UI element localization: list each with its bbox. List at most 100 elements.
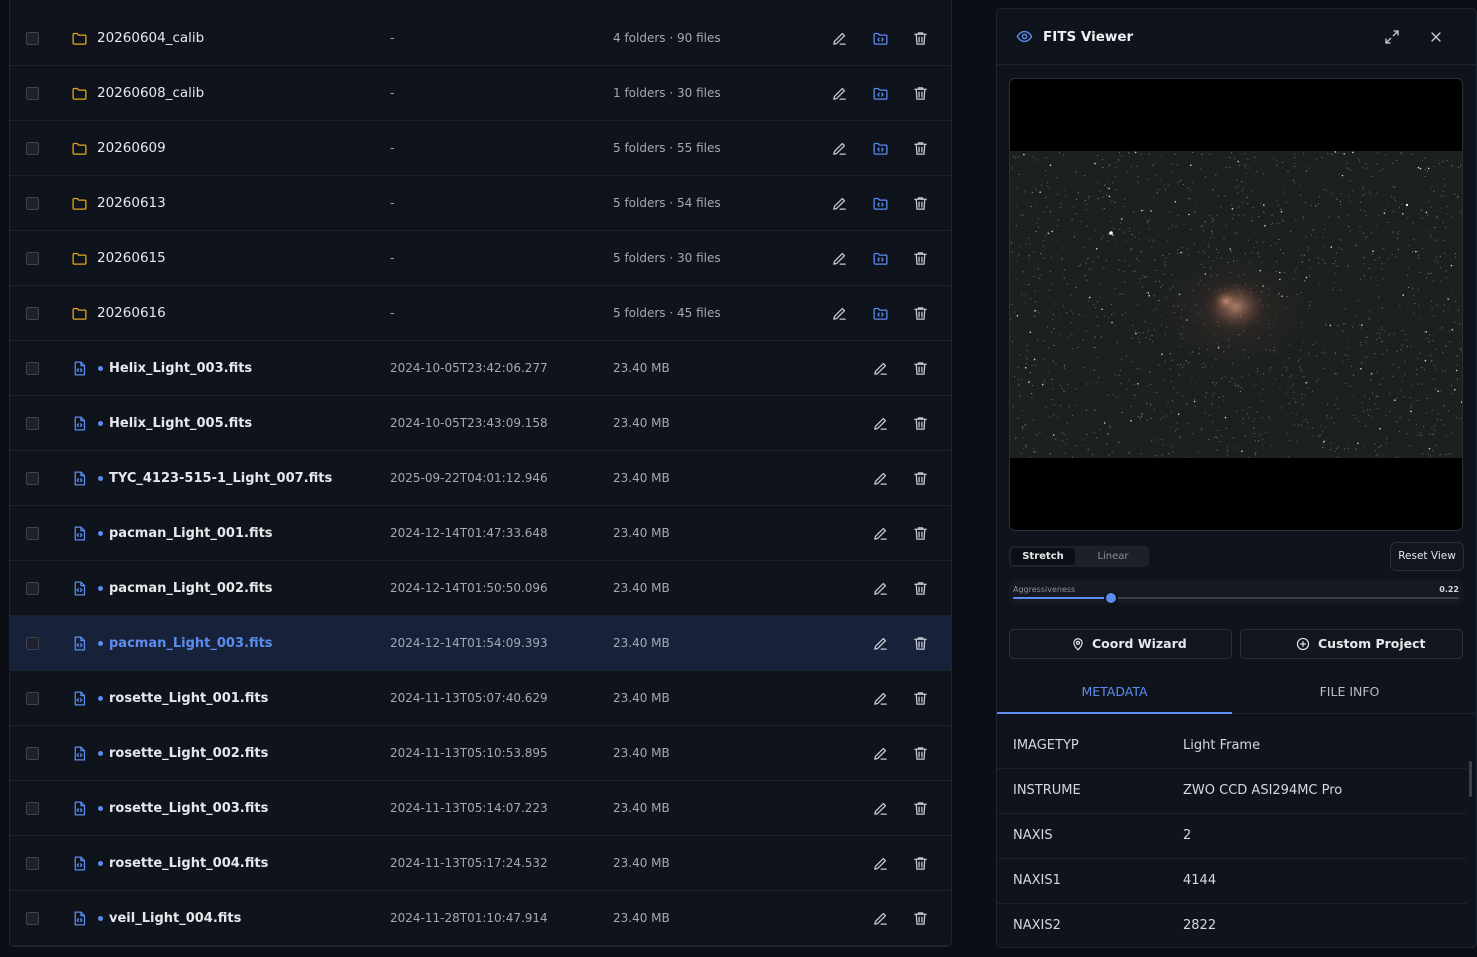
pencil-icon[interactable] bbox=[872, 745, 889, 762]
slider-handle[interactable] bbox=[1104, 591, 1119, 605]
tab-file-info[interactable]: FILE INFO bbox=[1232, 672, 1467, 712]
item-name[interactable]: 20260615 bbox=[97, 231, 166, 286]
row-checkbox[interactable] bbox=[26, 197, 39, 210]
mode-linear[interactable]: Linear bbox=[1079, 548, 1147, 565]
item-name[interactable]: rosette_Light_004.fits bbox=[109, 836, 268, 891]
item-name[interactable]: pacman_Light_003.fits bbox=[109, 616, 273, 671]
file-row[interactable]: pacman_Light_001.fits 2024-12-14T01:47:33… bbox=[10, 506, 951, 561]
folder-row[interactable]: 20260609 - 5 folders · 55 files bbox=[10, 121, 951, 176]
file-row[interactable]: TYC_4123-515-1_Light_007.fits 2025-09-22T… bbox=[10, 451, 951, 506]
file-row[interactable]: rosette_Light_003.fits 2024-11-13T05:14:0… bbox=[10, 781, 951, 836]
row-checkbox[interactable] bbox=[26, 527, 39, 540]
pencil-icon[interactable] bbox=[872, 855, 889, 872]
item-name[interactable]: pacman_Light_001.fits bbox=[109, 506, 273, 561]
item-name[interactable]: TYC_4123-515-1_Light_007.fits bbox=[109, 451, 332, 506]
row-checkbox[interactable] bbox=[26, 692, 39, 705]
folder-row[interactable]: 20260616 - 5 folders · 45 files bbox=[10, 286, 951, 341]
pencil-icon[interactable] bbox=[831, 140, 848, 157]
item-name[interactable]: rosette_Light_001.fits bbox=[109, 671, 268, 726]
item-name[interactable]: pacman_Light_002.fits bbox=[109, 561, 273, 616]
trash-icon[interactable] bbox=[912, 580, 929, 597]
row-checkbox[interactable] bbox=[26, 802, 39, 815]
trash-icon[interactable] bbox=[912, 30, 929, 47]
folder-row[interactable]: 20260615 - 5 folders · 30 files bbox=[10, 231, 951, 286]
pencil-icon[interactable] bbox=[831, 85, 848, 102]
pencil-icon[interactable] bbox=[872, 800, 889, 817]
coord-wizard-button[interactable]: Coord Wizard bbox=[1009, 629, 1232, 659]
row-checkbox[interactable] bbox=[26, 912, 39, 925]
row-checkbox[interactable] bbox=[26, 637, 39, 650]
trash-icon[interactable] bbox=[912, 525, 929, 542]
row-checkbox[interactable] bbox=[26, 417, 39, 430]
item-name[interactable]: 20260616 bbox=[97, 286, 166, 341]
row-checkbox[interactable] bbox=[26, 32, 39, 45]
folder-open-icon[interactable] bbox=[872, 195, 889, 212]
custom-project-button[interactable]: Custom Project bbox=[1240, 629, 1463, 659]
pencil-icon[interactable] bbox=[872, 690, 889, 707]
file-row[interactable]: rosette_Light_004.fits 2024-11-13T05:17:2… bbox=[10, 836, 951, 891]
pencil-icon[interactable] bbox=[872, 910, 889, 927]
trash-icon[interactable] bbox=[912, 85, 929, 102]
trash-icon[interactable] bbox=[912, 910, 929, 927]
image-canvas[interactable] bbox=[1009, 78, 1463, 531]
item-name[interactable]: veil_Light_004.fits bbox=[109, 891, 241, 946]
trash-icon[interactable] bbox=[912, 855, 929, 872]
folder-row[interactable]: 20260608_calib - 1 folders · 30 files bbox=[10, 66, 951, 121]
row-checkbox[interactable] bbox=[26, 142, 39, 155]
item-name[interactable]: Helix_Light_005.fits bbox=[109, 396, 252, 451]
trash-icon[interactable] bbox=[912, 305, 929, 322]
pencil-icon[interactable] bbox=[831, 30, 848, 47]
folder-open-icon[interactable] bbox=[872, 30, 889, 47]
file-row[interactable]: rosette_Light_001.fits 2024-11-13T05:07:4… bbox=[10, 671, 951, 726]
trash-icon[interactable] bbox=[912, 195, 929, 212]
row-checkbox[interactable] bbox=[26, 747, 39, 760]
row-checkbox[interactable] bbox=[26, 362, 39, 375]
pencil-icon[interactable] bbox=[872, 635, 889, 652]
file-row[interactable]: rosette_Light_002.fits 2024-11-13T05:10:5… bbox=[10, 726, 951, 781]
pencil-icon[interactable] bbox=[872, 415, 889, 432]
trash-icon[interactable] bbox=[912, 800, 929, 817]
item-name[interactable]: rosette_Light_002.fits bbox=[109, 726, 268, 781]
folder-open-icon[interactable] bbox=[872, 305, 889, 322]
trash-icon[interactable] bbox=[912, 635, 929, 652]
file-row[interactable]: Helix_Light_005.fits 2024-10-05T23:43:09.… bbox=[10, 396, 951, 451]
slider-track[interactable] bbox=[1013, 591, 1459, 605]
row-checkbox[interactable] bbox=[26, 87, 39, 100]
file-row[interactable]: pacman_Light_003.fits 2024-12-14T01:54:09… bbox=[10, 616, 951, 671]
folder-row[interactable]: 20260604_calib - 4 folders · 90 files bbox=[10, 11, 951, 66]
aggressiveness-slider[interactable]: Aggressiveness 0.22 bbox=[1009, 580, 1463, 605]
file-row[interactable]: Helix_Light_003.fits 2024-10-05T23:42:06.… bbox=[10, 341, 951, 396]
pencil-icon[interactable] bbox=[831, 305, 848, 322]
reset-view-button[interactable]: Reset View bbox=[1390, 542, 1464, 571]
pencil-icon[interactable] bbox=[831, 195, 848, 212]
item-name[interactable]: rosette_Light_003.fits bbox=[109, 781, 268, 836]
close-icon[interactable] bbox=[1428, 29, 1444, 45]
pencil-icon[interactable] bbox=[872, 580, 889, 597]
row-checkbox[interactable] bbox=[26, 252, 39, 265]
file-row[interactable]: pacman_Light_002.fits 2024-12-14T01:50:50… bbox=[10, 561, 951, 616]
expand-icon[interactable] bbox=[1384, 29, 1400, 45]
folder-open-icon[interactable] bbox=[872, 140, 889, 157]
row-checkbox[interactable] bbox=[26, 307, 39, 320]
folder-row[interactable]: 20260613 - 5 folders · 54 files bbox=[10, 176, 951, 231]
folder-open-icon[interactable] bbox=[872, 250, 889, 267]
trash-icon[interactable] bbox=[912, 470, 929, 487]
pencil-icon[interactable] bbox=[872, 360, 889, 377]
item-name[interactable]: 20260609 bbox=[97, 121, 166, 176]
mode-stretch[interactable]: Stretch bbox=[1011, 548, 1075, 565]
pencil-icon[interactable] bbox=[831, 250, 848, 267]
metadata-scrollbar[interactable] bbox=[1469, 761, 1472, 797]
trash-icon[interactable] bbox=[912, 250, 929, 267]
row-checkbox[interactable] bbox=[26, 472, 39, 485]
folder-open-icon[interactable] bbox=[872, 85, 889, 102]
item-name[interactable]: 20260613 bbox=[97, 176, 166, 231]
trash-icon[interactable] bbox=[912, 745, 929, 762]
pencil-icon[interactable] bbox=[872, 470, 889, 487]
trash-icon[interactable] bbox=[912, 415, 929, 432]
file-row[interactable]: veil_Light_004.fits 2024-11-28T01:10:47.9… bbox=[10, 891, 951, 946]
trash-icon[interactable] bbox=[912, 360, 929, 377]
trash-icon[interactable] bbox=[912, 140, 929, 157]
row-checkbox[interactable] bbox=[26, 582, 39, 595]
item-name[interactable]: Helix_Light_003.fits bbox=[109, 341, 252, 396]
tab-metadata[interactable]: METADATA bbox=[997, 672, 1232, 714]
